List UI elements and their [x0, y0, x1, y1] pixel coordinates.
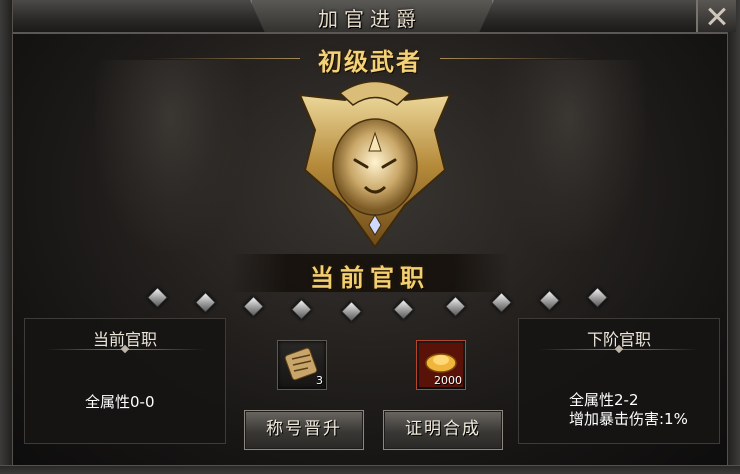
item-slot-scroll[interactable]: 3 [277, 340, 327, 390]
rank-name: 初级武者 [318, 47, 422, 76]
rank-deco-right [440, 58, 590, 59]
left-statue [95, 60, 245, 250]
progress-diamond-icon [340, 300, 363, 323]
window-title: 加官进爵 [318, 7, 422, 31]
current-rank-attr: 全属性0-0 [85, 393, 155, 411]
progress-diamond-icon [290, 298, 313, 321]
close-button[interactable] [696, 0, 736, 32]
window-right-frame [727, 0, 740, 474]
current-rank-banner: 当前官职 [310, 263, 430, 292]
progress-diamond-icon [444, 295, 467, 318]
right-statue [495, 60, 645, 250]
progress-diamond-icon [194, 291, 217, 314]
progress-diamond-icon [146, 286, 169, 309]
next-rank-extra: 增加暴击伤害:1% [569, 410, 688, 428]
promote-title-button[interactable]: 称号晋升 [244, 410, 364, 450]
progress-diamond-icon [586, 286, 609, 309]
current-rank-panel: 当前官职 全属性0-0 [24, 318, 226, 444]
progress-diamond-icon [538, 289, 561, 312]
next-rank-panel: 下阶官职 全属性2-2 增加暴击伤害:1% [518, 318, 720, 444]
lion-emblem-icon [298, 80, 452, 249]
synthesize-proof-button[interactable]: 证明合成 [383, 410, 503, 450]
window-bottom-frame [0, 465, 740, 474]
promotion-window: 加官进爵 初级武者 当前官职 当前官职 全属性0-0 下阶官职 全属性2-2 增… [0, 0, 740, 474]
progress-diamond-icon [242, 295, 265, 318]
item-slot-gold[interactable]: 2000 [416, 340, 466, 390]
next-rank-attr: 全属性2-2 [569, 391, 639, 409]
item-qty: 2000 [434, 374, 462, 387]
window-left-frame [0, 0, 13, 474]
item-qty: 3 [316, 374, 323, 387]
progress-diamond-icon [490, 291, 513, 314]
progress-diamond-icon [392, 298, 415, 321]
rank-deco-left [150, 58, 300, 59]
